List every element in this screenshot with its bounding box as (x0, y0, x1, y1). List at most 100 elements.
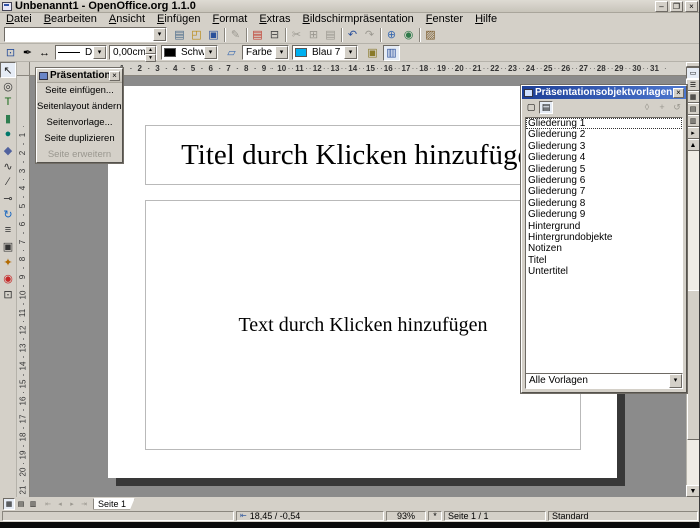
style-item[interactable]: Gliederung 6 (526, 175, 682, 186)
menu-item[interactable]: Format (206, 13, 253, 26)
menu-item[interactable]: Einfügen (151, 13, 206, 26)
palette-item[interactable]: Seitenlayout ändern... (37, 99, 122, 115)
edit-file-icon[interactable]: ✎ (227, 27, 244, 43)
menu-item[interactable]: Ansicht (103, 13, 151, 26)
toolbar-icon[interactable] (378, 27, 383, 43)
toolbar-icon[interactable] (339, 27, 344, 43)
notes-view-button[interactable]: ▤ (686, 103, 700, 115)
close-button[interactable]: × (685, 1, 698, 12)
next-page-button[interactable]: ▸ (66, 498, 78, 510)
edit-points-icon[interactable]: ⊡ (2, 45, 19, 61)
close-icon[interactable]: × (109, 71, 120, 81)
handout-view-button[interactable]: ▥ (686, 115, 700, 127)
cut-icon[interactable]: ✂ (288, 27, 305, 43)
title-bar[interactable]: Unbenannt1 - OpenOffice.org 1.1.0 –❐× (0, 0, 700, 13)
title-placeholder[interactable]: Titel durch Klicken hinzufügen (145, 125, 581, 185)
lines-arrows-tool[interactable]: ∕ (0, 174, 16, 190)
menu-item[interactable]: Fenster (420, 13, 469, 26)
style-item[interactable]: Titel (526, 255, 682, 266)
zoom-tool[interactable]: ◎ (0, 78, 16, 94)
style-item[interactable]: Gliederung 9 (526, 209, 682, 220)
vertical-scroll-thumb[interactable] (687, 290, 700, 440)
gallery-icon[interactable]: ▨ (422, 27, 439, 43)
navigator-icon[interactable]: ⊕ (383, 27, 400, 43)
fill-color-combobox[interactable]: Blau 7 ▾ (292, 45, 358, 60)
curve-tool[interactable]: ∿ (0, 158, 16, 174)
url-combobox[interactable]: ▾ (4, 27, 167, 42)
url-value[interactable] (5, 28, 153, 41)
update-style-button[interactable]: ↺ (670, 101, 684, 114)
area-dialog-icon[interactable]: ▱ (223, 45, 240, 61)
chevron-down-icon[interactable]: ▾ (204, 46, 217, 59)
slide-tab[interactable]: Seite 1 (93, 498, 135, 510)
toolbar-icon[interactable] (222, 27, 227, 43)
3d-objects-tool[interactable]: ◆ (0, 142, 16, 158)
chevron-down-icon[interactable]: ▾ (93, 46, 106, 59)
stylist-window[interactable]: Präsentationsobjektvorlagen × ▢▤ ◊+↺ Gli… (521, 85, 687, 393)
alignment-tool[interactable]: ≡ (0, 222, 16, 238)
palette-item[interactable]: Seite erweitern (37, 147, 122, 163)
menu-item[interactable]: Datei (0, 13, 38, 26)
spinner-buttons[interactable]: ▲▼ (145, 46, 156, 59)
select-tool[interactable]: ↖ (0, 62, 16, 78)
style-item[interactable]: Gliederung 5 (526, 164, 682, 175)
style-item[interactable]: Untertitel (526, 266, 682, 277)
style-item[interactable]: Hintergrund (526, 221, 682, 232)
arrow-style-icon[interactable]: ↔ (36, 45, 53, 61)
first-page-button[interactable]: ⇤ (42, 498, 54, 510)
palette-item[interactable]: Seite einfügen... (37, 83, 122, 99)
prev-page-button[interactable]: ◂ (54, 498, 66, 510)
copy-icon[interactable]: ⊞ (305, 27, 322, 43)
shadow-icon[interactable]: ▣ (364, 45, 381, 61)
undo-icon[interactable]: ↶ (344, 27, 361, 43)
slide-show-tool[interactable]: ⊡ (0, 286, 16, 302)
new-style-from-selection-button[interactable]: + (655, 101, 669, 114)
graphics-styles-button[interactable]: ▢ (524, 101, 538, 114)
scroll-up-icon[interactable]: ▲ (686, 139, 700, 151)
style-item[interactable]: Gliederung 7 (526, 186, 682, 197)
vertical-ruler[interactable]: ·1··2··3··4··5··6··7··8··9··10··11··12··… (17, 76, 30, 497)
presentation-styles-button[interactable]: ▤ (539, 101, 553, 114)
menu-item[interactable]: Extras (253, 13, 296, 26)
style-item[interactable]: Gliederung 2 (526, 129, 682, 140)
style-item[interactable]: Gliederung 1 (526, 118, 682, 129)
save-icon[interactable]: ▣ (205, 27, 222, 43)
line-dialog-icon[interactable]: ✒ (19, 45, 36, 61)
ellipse-tool[interactable]: ● (0, 126, 16, 142)
paste-icon[interactable]: ▤ (322, 27, 339, 43)
page-mode-button[interactable]: ▦ (3, 498, 15, 510)
style-item[interactable]: Gliederung 8 (526, 198, 682, 209)
stylist-toggle-icon[interactable]: ▥ (383, 45, 400, 61)
line-width-spinner[interactable]: 0,00cm ▲▼ (109, 45, 157, 60)
vertical-scroll-track[interactable] (686, 151, 700, 485)
open-icon[interactable]: ◰ (188, 27, 205, 43)
print-icon[interactable]: ⊟ (266, 27, 283, 43)
arrange-tool[interactable]: ▣ (0, 238, 16, 254)
menu-item[interactable]: Bildschirmpräsentation (297, 13, 420, 26)
minimize-button[interactable]: – (655, 1, 668, 12)
redo-icon[interactable]: ↷ (361, 27, 378, 43)
presentation-palette[interactable]: Präsentation × Seite einfügen...Seitenla… (36, 68, 123, 163)
chevron-down-icon[interactable]: ▾ (275, 46, 288, 59)
text-tool[interactable]: T (0, 94, 16, 110)
start-presentation-button[interactable]: ▸ (686, 127, 700, 139)
outline-view-button[interactable]: ☰ (686, 79, 700, 91)
palette-item[interactable]: Seitenvorlage... (37, 115, 122, 131)
toolbar-icon[interactable] (244, 27, 249, 43)
new-document-icon[interactable]: ▤ (171, 27, 188, 43)
chevron-down-icon[interactable]: ▾ (344, 46, 357, 59)
style-filter-combobox[interactable]: Alle Vorlagen ▾ (525, 373, 683, 389)
last-page-button[interactable]: ⇥ (78, 498, 90, 510)
toolbar-icon[interactable] (283, 27, 288, 43)
horizontal-ruler[interactable]: ·1··2··3··4··5··6··7··8··9··10··11··12··… (30, 62, 686, 76)
style-item[interactable]: Gliederung 3 (526, 141, 682, 152)
effects-tool[interactable]: ✦ (0, 254, 16, 270)
palette-title-bar[interactable]: Präsentation × (37, 69, 122, 83)
toolbar-icon[interactable] (417, 27, 422, 43)
scroll-down-icon[interactable]: ▼ (686, 485, 700, 497)
hyperlink-icon[interactable]: ◉ (400, 27, 417, 43)
connector-tool[interactable]: ⊸ (0, 190, 16, 206)
status-zoom[interactable]: 93% (386, 511, 426, 521)
layer-mode-button[interactable]: ▥ (27, 498, 39, 510)
style-item[interactable]: Hintergrundobjekte (526, 232, 682, 243)
